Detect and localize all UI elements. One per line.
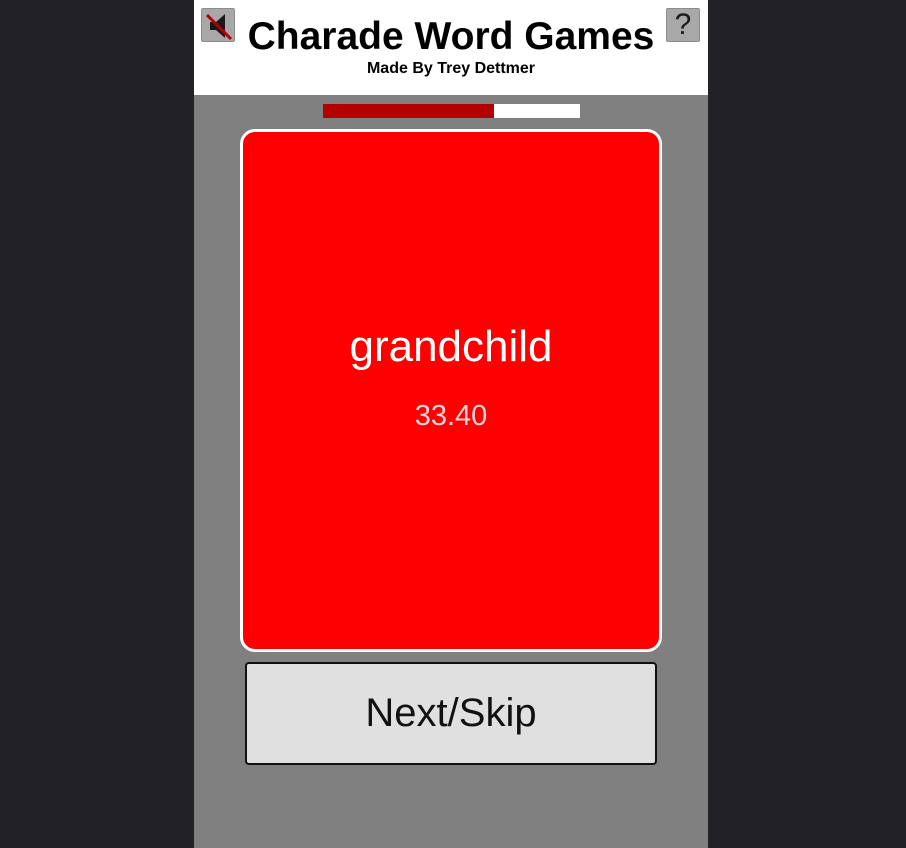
- next-skip-button[interactable]: Next/Skip: [245, 662, 657, 765]
- charade-word: grandchild: [349, 322, 553, 371]
- app-title: Charade Word Games: [247, 15, 655, 58]
- header: Charade Word Games Made By Trey Dettmer …: [194, 0, 708, 95]
- game-app: Charade Word Games Made By Trey Dettmer …: [194, 0, 708, 848]
- time-progress-fill: [323, 104, 494, 118]
- word-card: grandchild 33.40: [240, 129, 662, 652]
- author-credit: Made By Trey Dettmer: [366, 60, 536, 77]
- time-progress-bar: [323, 104, 580, 118]
- help-button[interactable]: ?: [666, 8, 700, 42]
- countdown-timer: 33.40: [414, 400, 488, 432]
